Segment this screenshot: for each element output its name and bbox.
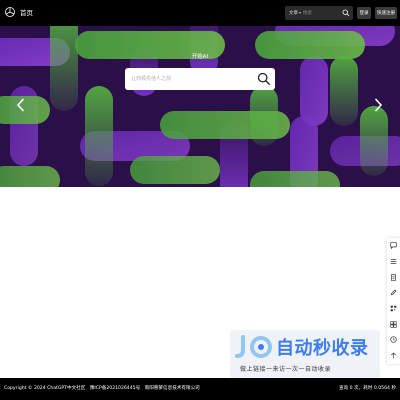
login-button[interactable]: 登录	[357, 7, 371, 19]
footer: Copyright © 2024 ChatGPT中文社区 豫ICP备202102…	[0, 378, 400, 400]
document-icon[interactable]	[387, 269, 400, 285]
watermark: 自动秒收录 做上链接一来访一次一自动收录	[230, 330, 380, 378]
watermark-logo-icon	[235, 335, 272, 358]
clock-icon[interactable]	[387, 332, 400, 348]
header-search-input[interactable]	[303, 7, 339, 19]
hero-pattern-background	[0, 26, 400, 187]
footer-info: Copyright © 2024 ChatGPT中文社区 豫ICP备202102…	[4, 385, 203, 391]
nav-home-link[interactable]: 首页	[20, 7, 33, 17]
side-toolbar	[387, 238, 400, 364]
hero-title: 开始AI	[191, 54, 209, 60]
top-navigation-bar: 首页 文章 登录 快速注册	[0, 0, 400, 26]
hero-banner: 开始AI	[0, 26, 400, 187]
search-type-label: 文章	[289, 11, 298, 16]
carousel-prev-arrow-icon[interactable]	[16, 98, 26, 112]
grid-icon[interactable]	[387, 316, 400, 332]
watermark-title: 自动秒收录	[276, 338, 369, 359]
edit-icon[interactable]	[387, 285, 400, 301]
footer-company: 南阳慈萝信息技术有限公司	[144, 386, 200, 391]
carousel-next-arrow-icon[interactable]	[373, 98, 383, 112]
search-type-select[interactable]: 文章	[285, 10, 303, 16]
chevron-down-icon	[299, 11, 301, 14]
list-icon[interactable]	[387, 254, 400, 270]
chat-icon[interactable]	[387, 238, 400, 254]
watermark-subtitle: 做上链接一来访一次一自动收录	[240, 366, 332, 373]
header-search-box: 文章	[285, 6, 353, 20]
openai-logo-icon[interactable]	[4, 6, 16, 18]
footer-stats: 查询 0 次，耗时 0.0564 秒	[339, 386, 396, 391]
search-icon[interactable]	[342, 9, 350, 17]
qr-code-icon[interactable]	[387, 301, 400, 317]
search-icon[interactable]	[257, 72, 271, 86]
register-button[interactable]: 快速注册	[375, 7, 397, 19]
footer-icp-link[interactable]: 豫ICP备2021026445号	[90, 386, 140, 391]
up-arrow-icon[interactable]	[387, 348, 400, 364]
hero-search-input[interactable]	[125, 69, 257, 89]
footer-copyright: Copyright © 2024 ChatGPT中文社区	[4, 386, 86, 391]
hero-search-box	[125, 68, 275, 90]
